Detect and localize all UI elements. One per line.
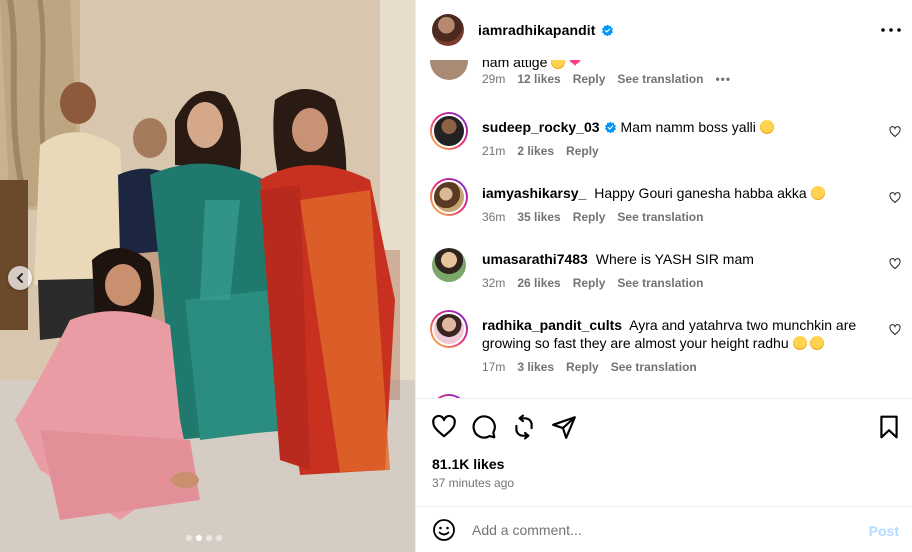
comment-time: 29m — [482, 72, 506, 86]
comment-reply-button[interactable]: Reply — [566, 144, 599, 158]
comment-time: 32m — [482, 276, 506, 290]
comment-text: nam attige — [482, 60, 548, 70]
see-translation-link[interactable]: See translation — [617, 72, 703, 86]
pink-heart-emoji-icon: ❤ — [569, 60, 581, 70]
comment-body: nam attige ❤ — [482, 60, 864, 71]
carousel-previous-button[interactable] — [8, 266, 32, 290]
comment-like-heart-icon[interactable] — [889, 258, 901, 270]
comment-item: radhika_pandit_cults Ayra and yatahrva t… — [416, 310, 912, 386]
carousel-dot-active — [196, 535, 202, 541]
comment-like-heart-icon[interactable] — [889, 192, 901, 204]
comment-meta: 17m 3 likes Reply See translation — [482, 360, 697, 374]
comment-likes[interactable]: 26 likes — [517, 276, 560, 290]
share-icon[interactable] — [551, 414, 577, 440]
post-header: iamradhikapandit — [416, 0, 912, 60]
more-options-button[interactable] — [881, 20, 901, 40]
see-translation-link[interactable]: See translation — [617, 210, 703, 224]
chevron-left-icon — [16, 273, 23, 283]
post-comment-button[interactable]: Post — [869, 523, 899, 539]
carousel-dot — [216, 535, 222, 541]
author-avatar[interactable] — [432, 14, 464, 46]
comment-body: iamyashikarsy_ Happy Gouri ganesha habba… — [482, 184, 864, 202]
comment-username[interactable]: iamyashikarsy_ — [482, 185, 586, 201]
comment-text: Happy Gouri ganesha habba akka — [594, 185, 807, 201]
comment-likes[interactable]: 12 likes — [517, 72, 560, 86]
comment-avatar[interactable] — [430, 112, 468, 150]
comment-text: Where is YASH SIR mam — [595, 251, 754, 267]
comment-item: umasarathi7483 Where is YASH SIR mam 32m… — [416, 244, 912, 300]
comment-body: radhika_pandit_cults Ayra and yatahrva t… — [482, 316, 862, 352]
comment-meta: 21m 2 likes Reply — [482, 144, 599, 158]
comment-like-heart-icon[interactable] — [889, 126, 901, 138]
heart-eyes-emoji-icon — [551, 60, 566, 69]
comment-reply-button[interactable]: Reply — [573, 276, 606, 290]
see-translation-link[interactable]: See translation — [611, 360, 697, 374]
comment-meta: 36m 35 likes Reply See translation — [482, 210, 703, 224]
comment-avatar[interactable] — [432, 248, 466, 282]
comment-avatar[interactable] — [430, 60, 468, 80]
comment-reply-button[interactable]: Reply — [566, 360, 599, 374]
comment-likes[interactable]: 3 likes — [517, 360, 554, 374]
comment-reply-button[interactable]: Reply — [573, 210, 606, 224]
heart-eyes-emoji-icon — [810, 186, 825, 200]
comment-likes[interactable]: 35 likes — [517, 210, 560, 224]
comment-username[interactable]: radhika_pandit_cults — [482, 317, 622, 333]
comment-body: umasarathi7483 Where is YASH SIR mam — [482, 250, 864, 268]
carousel-dots — [186, 535, 222, 541]
emoji-icon[interactable] — [432, 518, 456, 542]
carousel-dot — [186, 535, 192, 541]
comment-reply-button[interactable]: Reply — [573, 72, 606, 86]
hugging-emoji-icon — [810, 336, 825, 350]
crying-emoji-icon — [759, 120, 774, 134]
comment-meta: 29m 12 likes Reply See translation ••• — [482, 72, 731, 86]
comment-avatar[interactable] — [430, 310, 468, 348]
more-horizontal-icon — [881, 28, 901, 32]
comment-text: Mam namm boss yalli — [620, 119, 756, 135]
verified-badge-icon — [601, 24, 613, 36]
post-actions-bar — [416, 398, 912, 456]
likes-count[interactable]: 81.1K likes — [432, 456, 504, 472]
comment-like-heart-icon[interactable] — [889, 324, 901, 336]
post-side-panel: iamradhikapandit nam attige ❤ 29m 12 lik — [415, 0, 912, 552]
author-username[interactable]: iamradhikapandit — [478, 22, 596, 38]
hugging-emoji-icon — [792, 336, 807, 350]
post-photo — [0, 0, 415, 552]
comment-username[interactable]: sudeep_rocky_03 — [482, 119, 600, 135]
comment-username[interactable]: umasarathi7483 — [482, 251, 588, 267]
see-translation-link[interactable]: See translation — [617, 276, 703, 290]
comment-time: 36m — [482, 210, 506, 224]
comment-icon[interactable] — [471, 414, 497, 440]
comments-list[interactable]: nam attige ❤ 29m 12 likes Reply See tran… — [416, 60, 912, 398]
bookmark-icon[interactable] — [876, 414, 902, 440]
comment-likes[interactable]: 2 likes — [517, 144, 554, 158]
family-photo-illustration — [0, 0, 415, 552]
comment-item: iamyashikarsy_ Happy Gouri ganesha habba… — [416, 178, 912, 234]
comment-time: 21m — [482, 144, 506, 158]
comment-body: sudeep_rocky_03 Mam namm boss yalli — [482, 118, 864, 136]
comment-input[interactable] — [472, 519, 852, 540]
heart-icon[interactable] — [431, 414, 457, 440]
verified-badge-icon — [604, 121, 616, 134]
repost-icon[interactable] — [511, 414, 537, 440]
comment-item: sudeep_rocky_03 Mam namm boss yalli 21m 2… — [416, 112, 912, 168]
comment-time: 17m — [482, 360, 506, 374]
post-timestamp[interactable]: 37 minutes ago — [432, 476, 514, 490]
comment-meta: 32m 26 likes Reply See translation — [482, 276, 703, 290]
comment-avatar[interactable] — [430, 178, 468, 216]
comment-item: nam attige ❤ 29m 12 likes Reply See tran… — [416, 60, 912, 98]
carousel-dot — [206, 535, 212, 541]
add-comment-bar: Post — [416, 506, 912, 552]
comment-more-icon[interactable]: ••• — [715, 72, 731, 86]
